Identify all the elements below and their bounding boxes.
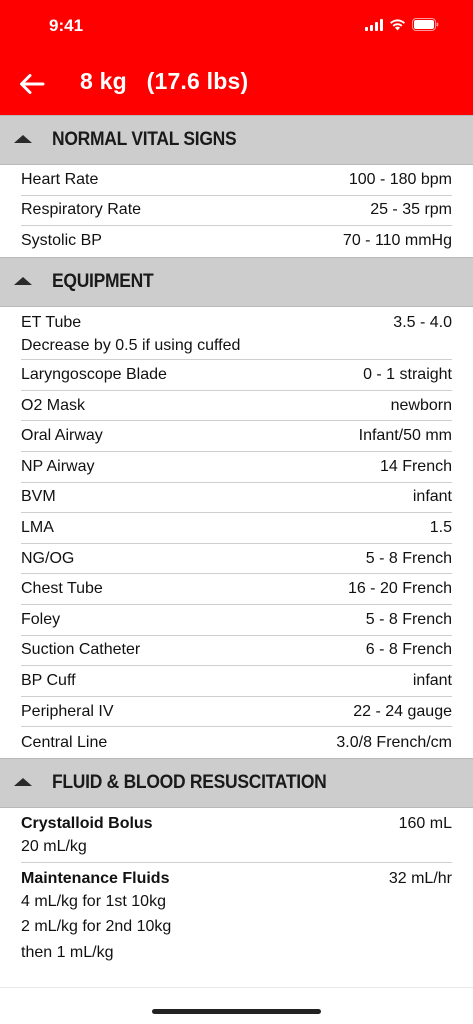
list-item-et-tube: ET Tube 3.5 - 4.0 Decrease by 0.5 if usi… (21, 307, 452, 361)
item-value: 32 mL/hr (388, 869, 452, 887)
status-icons (365, 18, 439, 31)
item-value: 16 - 20 French (347, 580, 452, 598)
item-value: 5 - 8 French (365, 549, 452, 567)
list-item: Respiratory Rate 25 - 35 rpm (21, 196, 452, 227)
fluids-list: Crystalloid Bolus 160 mL 20 mL/kg Mainte… (0, 808, 473, 967)
battery-icon (412, 18, 439, 31)
item-label: NG/OG (21, 549, 75, 567)
item-label: O2 Mask (21, 396, 86, 414)
item-value: 100 - 180 bpm (348, 170, 452, 188)
item-label: Peripheral IV (21, 702, 114, 720)
item-value: 0 - 1 straight (363, 366, 452, 384)
collapse-triangle-icon (14, 778, 32, 786)
item-label: BVM (21, 488, 56, 506)
item-label: ET Tube (21, 313, 82, 331)
item-label: Maintenance Fluids (21, 869, 170, 887)
item-label: Laryngoscope Blade (21, 366, 167, 384)
list-item: Peripheral IV 22 - 24 gauge (21, 697, 452, 728)
item-value: 1.5 (429, 519, 452, 537)
item-value: Infant/50 mm (358, 427, 452, 445)
home-indicator[interactable] (152, 1009, 321, 1014)
item-label: NP Airway (21, 457, 95, 475)
item-note: 2 mL/kg for 2nd 10kg (21, 918, 172, 935)
section-title: FLUID & BLOOD RESUSCITATION (52, 772, 327, 793)
list-item: Oral Airway Infant/50 mm (21, 421, 452, 453)
bottom-safe-area (0, 987, 473, 1024)
list-item: Chest Tube 16 - 20 French (21, 574, 452, 606)
back-button[interactable] (14, 66, 50, 102)
list-item: Laryngoscope Blade 0 - 1 straight (21, 360, 452, 391)
collapse-triangle-icon (14, 276, 32, 285)
item-value: 70 - 110 mmHg (342, 232, 452, 250)
list-item: NG/OG 5 - 8 French (21, 544, 452, 575)
list-item: Systolic BP 70 - 110 mmHg (21, 226, 452, 257)
list-item: Heart Rate 100 - 180 bpm (21, 165, 452, 196)
item-label: BP Cuff (21, 672, 76, 690)
list-item-maintenance-fluids: Maintenance Fluids 32 mL/hr 4 mL/kg for … (21, 863, 452, 968)
list-item: Central Line 3.0/8 French/cm (21, 727, 452, 758)
item-value: 3.5 - 4.0 (393, 313, 452, 331)
list-item: NP Airway 14 French (21, 452, 452, 483)
item-value: 25 - 35 rpm (370, 201, 452, 219)
item-value: infant (412, 488, 452, 506)
item-value: 160 mL (398, 815, 452, 832)
section-header-fluids[interactable]: FLUID & BLOOD RESUSCITATION (0, 758, 473, 808)
item-value: 3.0/8 French/cm (336, 733, 452, 751)
item-label: Systolic BP (21, 232, 102, 250)
list-item: BVM infant (21, 483, 452, 514)
item-label: Respiratory Rate (21, 201, 142, 219)
item-note: 20 mL/kg (21, 838, 87, 855)
section-title: NORMAL VITAL SIGNS (52, 129, 237, 150)
item-note: 4 mL/kg for 1st 10kg (21, 892, 166, 910)
item-label: Suction Catheter (21, 641, 141, 659)
vitals-list: Heart Rate 100 - 180 bpm Respiratory Rat… (0, 165, 473, 257)
list-item: Suction Catheter 6 - 8 French (21, 636, 452, 667)
wifi-icon (389, 18, 406, 31)
section-header-equipment[interactable]: EQUIPMENT (0, 256, 473, 307)
list-item: BP Cuff infant (21, 666, 452, 697)
list-item: Foley 5 - 8 French (21, 605, 452, 636)
section-title: EQUIPMENT (52, 270, 154, 292)
item-label: Crystalloid Bolus (21, 815, 153, 832)
equipment-list: ET Tube 3.5 - 4.0 Decrease by 0.5 if usi… (0, 307, 473, 758)
item-label: Heart Rate (21, 170, 99, 188)
item-value: infant (412, 672, 452, 690)
list-item: O2 Mask newborn (21, 391, 452, 422)
item-note: then 1 mL/kg (21, 943, 114, 961)
page-title: 8 kg (17.6 lbs) (80, 68, 249, 94)
collapse-triangle-icon (14, 135, 32, 143)
list-item-crystalloid-bolus: Crystalloid Bolus 160 mL 20 mL/kg (21, 808, 452, 863)
list-item: LMA 1.5 (21, 513, 452, 544)
item-note: Decrease by 0.5 if using cuffed (21, 336, 241, 354)
item-value: 22 - 24 gauge (353, 702, 452, 720)
section-header-vitals[interactable]: NORMAL VITAL SIGNS (0, 115, 473, 165)
item-label: Oral Airway (21, 427, 103, 445)
content-scroll[interactable]: NORMAL VITAL SIGNS Heart Rate 100 - 180 … (0, 115, 473, 987)
item-label: Foley (21, 610, 61, 628)
cellular-signal-icon (365, 18, 383, 31)
status-time: 9:41 (49, 16, 84, 35)
item-value: 14 French (379, 457, 452, 475)
item-value: 5 - 8 French (365, 610, 452, 628)
arrow-left-icon (20, 74, 45, 94)
app-header: 9:41 8 kg (17.6 lbs) (0, 0, 473, 115)
item-label: Chest Tube (21, 580, 103, 598)
item-value: 6 - 8 French (365, 641, 452, 659)
item-label: LMA (21, 519, 54, 537)
item-label: Central Line (21, 733, 108, 751)
item-value: newborn (390, 396, 452, 414)
